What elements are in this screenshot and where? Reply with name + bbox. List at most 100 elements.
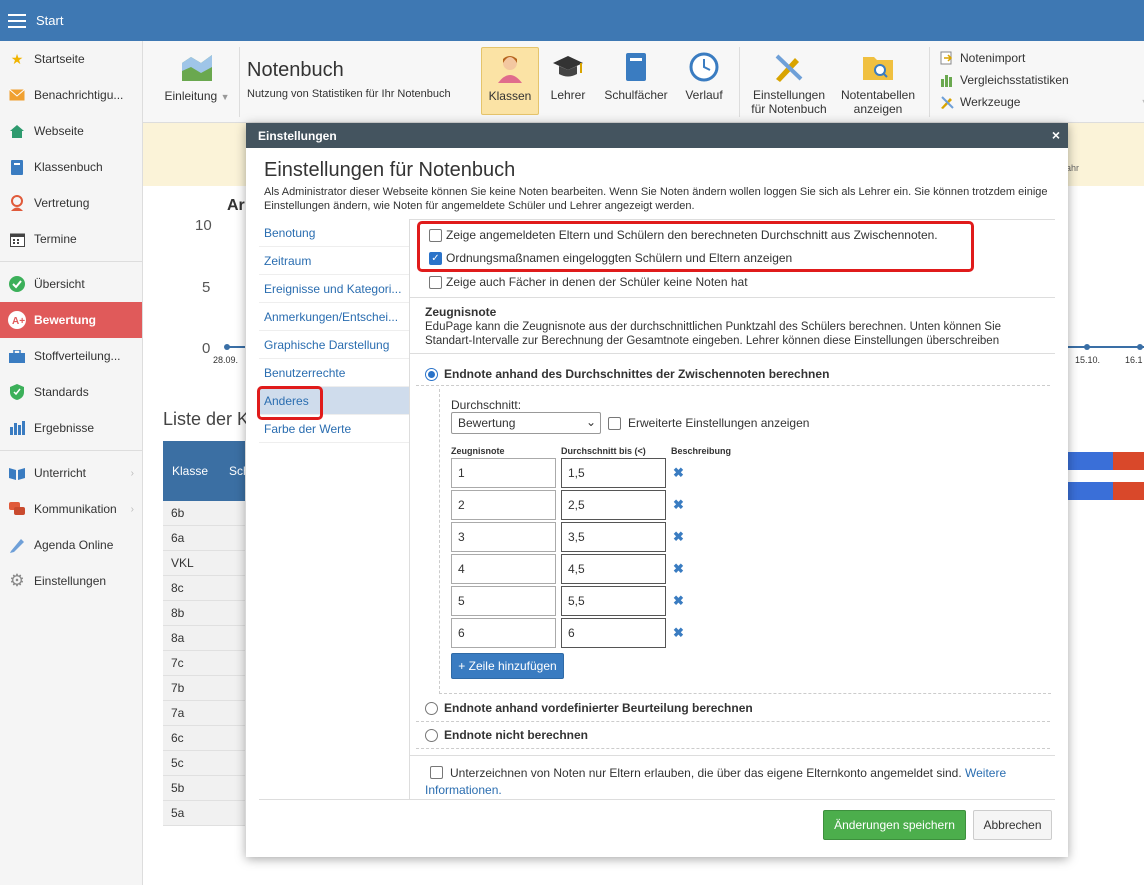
- close-icon[interactable]: ×: [1052, 127, 1060, 143]
- sidebar-item-uebersicht[interactable]: Übersicht: [0, 266, 142, 302]
- delete-row-icon[interactable]: ✖: [673, 529, 684, 545]
- grade-input[interactable]: 6: [451, 618, 556, 648]
- verlauf-button[interactable]: Verlauf: [679, 52, 729, 102]
- sidebar-item-webseite[interactable]: Webseite: [0, 113, 142, 149]
- nav-item-benutzerrechte[interactable]: Benutzerrechte: [259, 359, 409, 387]
- radio-option-none[interactable]: Endnote nicht berechnen: [425, 728, 588, 742]
- sidebar-item-kommunikation[interactable]: Kommunikation ›: [0, 491, 142, 527]
- schulfaecher-label: Schulfächer: [604, 88, 668, 102]
- highlight-box: [257, 386, 323, 420]
- grade-input[interactable]: 2: [451, 490, 556, 520]
- show-empty-subjects-option[interactable]: Zeige auch Fächer in denen der Schüler k…: [429, 275, 748, 289]
- sign-option-checkbox[interactable]: [430, 766, 443, 779]
- nav-item-ereignisse[interactable]: Ereignisse und Kategori...: [259, 275, 409, 303]
- more-info-link-2[interactable]: Informationen.: [425, 783, 502, 797]
- table-row[interactable]: 5b: [163, 776, 245, 801]
- top-bar-title[interactable]: Start: [36, 13, 63, 28]
- calendar-icon: [8, 230, 26, 248]
- show-empty-subjects-checkbox[interactable]: [429, 275, 442, 289]
- sidebar-item-label: Ergebnisse: [34, 421, 95, 435]
- grade-input[interactable]: 4: [451, 554, 556, 584]
- radio-predefined-label: Endnote anhand vordefinierter Beurteilun…: [444, 701, 753, 715]
- sidebar-item-klassenbuch[interactable]: Klassenbuch: [0, 149, 142, 185]
- sidebar-item-label: Webseite: [34, 124, 84, 138]
- add-row-button[interactable]: + Zeile hinzufügen: [451, 653, 564, 679]
- folder-search-icon: [863, 57, 893, 80]
- nav-item-anmerkungen[interactable]: Anmerkungen/Entschei...: [259, 303, 409, 331]
- sidebar-item-einstellungen[interactable]: ⚙ Einstellungen: [0, 563, 142, 599]
- sidebar-item-vertretung[interactable]: Vertretung: [0, 185, 142, 221]
- delete-row-icon[interactable]: ✖: [673, 497, 684, 513]
- save-button[interactable]: Änderungen speichern: [823, 810, 966, 840]
- table-row[interactable]: 7c: [163, 651, 245, 676]
- grade-input[interactable]: 1: [451, 458, 556, 488]
- threshold-input[interactable]: 6: [561, 618, 666, 648]
- advanced-settings-checkbox[interactable]: [608, 416, 621, 430]
- werkzeuge-link[interactable]: Werkzeuge ▼: [940, 95, 1144, 109]
- table-row[interactable]: 8b: [163, 601, 245, 626]
- sidebar-item-startseite[interactable]: ★ Startseite: [0, 41, 142, 77]
- nav-item-zeitraum[interactable]: Zeitraum: [259, 247, 409, 275]
- sidebar-item-label: Bewertung: [34, 313, 97, 327]
- bar-chart-icon: [8, 419, 26, 437]
- threshold-input[interactable]: 2,5: [561, 490, 666, 520]
- grade-input[interactable]: 5: [451, 586, 556, 616]
- sidebar-item-stoffverteilung[interactable]: Stoffverteilung...: [0, 338, 142, 374]
- hamburger-menu-icon[interactable]: [8, 13, 26, 28]
- radio-none[interactable]: [425, 728, 438, 742]
- sidebar-item-agenda-online[interactable]: Agenda Online: [0, 527, 142, 563]
- table-row[interactable]: 5c: [163, 751, 245, 776]
- sidebar-item-termine[interactable]: Termine: [0, 221, 142, 257]
- notentabellen-button[interactable]: Notentabellen anzeigen: [835, 52, 921, 116]
- vergleichsstatistiken-link[interactable]: Vergleichsstatistiken: [940, 73, 1069, 87]
- sidebar-item-unterricht[interactable]: Unterricht ›: [0, 455, 142, 491]
- grade-input[interactable]: 3: [451, 522, 556, 552]
- sidebar-divider: [0, 261, 142, 262]
- threshold-input[interactable]: 1,5: [561, 458, 666, 488]
- table-row[interactable]: 8c: [163, 576, 245, 601]
- sidebar-item-standards[interactable]: Standards: [0, 374, 142, 410]
- notenimport-link[interactable]: Notenimport: [940, 51, 1025, 65]
- table-row[interactable]: 6a: [163, 526, 245, 551]
- book-open-icon: [8, 464, 26, 482]
- nav-item-graphische-darstellung[interactable]: Graphische Darstellung: [259, 331, 409, 359]
- delete-row-icon[interactable]: ✖: [673, 561, 684, 577]
- table-row[interactable]: 7a: [163, 701, 245, 726]
- radio-average[interactable]: [425, 367, 438, 381]
- einstellungen-notenbuch-button[interactable]: Einstellungen für Notenbuch: [745, 52, 833, 116]
- bar-segment: [1113, 452, 1144, 470]
- average-type-select[interactable]: Bewertung ⌄: [451, 412, 601, 434]
- table-row[interactable]: 6c: [163, 726, 245, 751]
- delete-row-icon[interactable]: ✖: [673, 465, 684, 481]
- table-row[interactable]: 7b: [163, 676, 245, 701]
- einleitung-button[interactable]: Einleitung ▼: [161, 53, 233, 103]
- table-row[interactable]: VKL: [163, 551, 245, 576]
- dialog-description: Als Administrator dieser Webseite können…: [264, 186, 1048, 212]
- table-row[interactable]: 5a: [163, 801, 245, 826]
- klassen-button[interactable]: Klassen: [481, 47, 539, 115]
- sidebar-item-bewertung[interactable]: A+ Bewertung: [0, 302, 142, 338]
- nav-item-benotung[interactable]: Benotung: [259, 219, 409, 247]
- sign-option[interactable]: Unterzeichnen von Noten nur Eltern erlau…: [425, 765, 1050, 799]
- einstellungen-label-2: für Notenbuch: [751, 102, 827, 116]
- table-row[interactable]: 8a: [163, 626, 245, 651]
- advanced-settings-option[interactable]: Erweiterte Einstellungen anzeigen: [608, 416, 809, 430]
- lehrer-label: Lehrer: [550, 88, 586, 102]
- threshold-input[interactable]: 5,5: [561, 586, 666, 616]
- sidebar-item-benachrichtigungen[interactable]: Benachrichtigu...: [0, 77, 142, 113]
- table-row[interactable]: 6b: [163, 501, 245, 526]
- sidebar-item-ergebnisse[interactable]: Ergebnisse: [0, 410, 142, 446]
- radio-option-predefined[interactable]: Endnote anhand vordefinierter Beurteilun…: [425, 701, 753, 715]
- threshold-input[interactable]: 4,5: [561, 554, 666, 584]
- lehrer-button[interactable]: Lehrer: [545, 52, 591, 102]
- divider: [416, 385, 1050, 386]
- radio-predefined[interactable]: [425, 701, 438, 715]
- radio-option-average[interactable]: Endnote anhand des Durchschnittes der Zw…: [425, 367, 829, 381]
- more-info-link[interactable]: Weitere: [965, 766, 1006, 780]
- schulfaecher-button[interactable]: Schulfächer: [601, 52, 671, 102]
- cancel-button[interactable]: Abbrechen: [973, 810, 1052, 840]
- divider: [410, 353, 1055, 354]
- delete-row-icon[interactable]: ✖: [673, 593, 684, 609]
- delete-row-icon[interactable]: ✖: [673, 625, 684, 641]
- threshold-input[interactable]: 3,5: [561, 522, 666, 552]
